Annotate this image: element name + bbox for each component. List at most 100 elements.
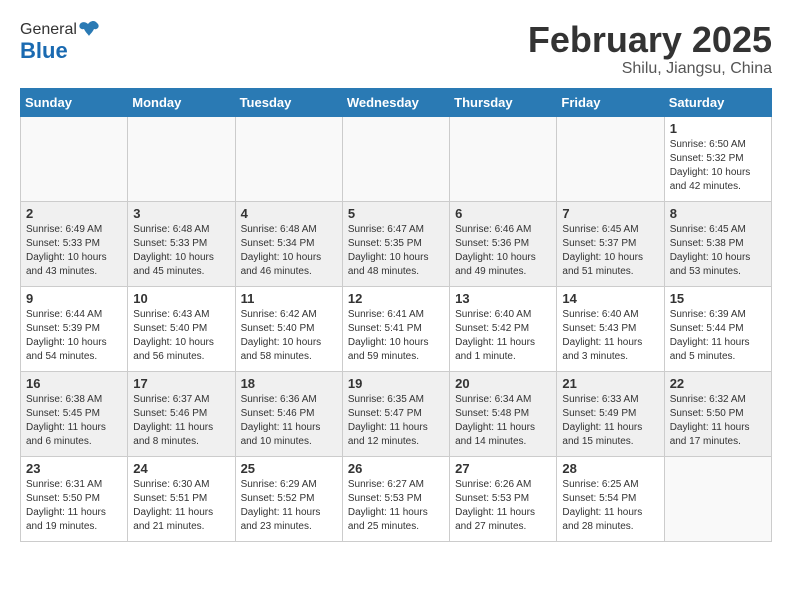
day-number: 9 [26,291,122,306]
day-number: 22 [670,376,766,391]
calendar-cell: 8 Sunrise: 6:45 AM Sunset: 5:38 PM Daylig… [664,201,771,286]
calendar-cell: 1 Sunrise: 6:50 AM Sunset: 5:32 PM Daylig… [664,116,771,201]
calendar-cell: 21 Sunrise: 6:33 AM Sunset: 5:49 PM Dayli… [557,371,664,456]
page-header: General Blue February 2025 Shilu, Jiangs… [20,20,772,78]
calendar-cell: 20Sunrise: 6:34 AM Sunset: 5:48 PM Dayli… [450,371,557,456]
calendar-cell: 25 Sunrise: 6:29 AM Sunset: 5:52 PM Dayli… [235,456,342,541]
day-number: 25 [241,461,337,476]
logo-general-text: General [20,21,77,39]
day-number: 12 [348,291,444,306]
location-subtitle: Shilu, Jiangsu, China [528,60,772,78]
day-info: Sunrise: 6:30 AM Sunset: 5:51 PM Dayligh… [133,478,229,534]
day-info: Sunrise: 6:39 AM Sunset: 5:44 PM Dayligh… [670,308,766,364]
calendar-cell: 6 Sunrise: 6:46 AM Sunset: 5:36 PM Daylig… [450,201,557,286]
weekday-header-row: SundayMondayTuesdayWednesdayThursdayFrid… [21,88,772,116]
calendar-cell: 11Sunrise: 6:42 AM Sunset: 5:40 PM Dayli… [235,286,342,371]
weekday-header-saturday: Saturday [664,88,771,116]
day-info: Sunrise: 6:27 AM Sunset: 5:53 PM Dayligh… [348,478,444,534]
calendar-cell [557,116,664,201]
day-number: 15 [670,291,766,306]
day-number: 5 [348,206,444,221]
day-info: Sunrise: 6:29 AM Sunset: 5:52 PM Dayligh… [241,478,337,534]
day-info: Sunrise: 6:49 AM Sunset: 5:33 PM Dayligh… [26,223,122,279]
calendar-cell: 14 Sunrise: 6:40 AM Sunset: 5:43 PM Dayli… [557,286,664,371]
day-number: 11 [241,291,337,306]
calendar-cell: 15 Sunrise: 6:39 AM Sunset: 5:44 PM Dayli… [664,286,771,371]
weekday-header-friday: Friday [557,88,664,116]
day-number: 24 [133,461,229,476]
title-block: February 2025 Shilu, Jiangsu, China [528,20,772,78]
day-info: Sunrise: 6:50 AM Sunset: 5:32 PM Dayligh… [670,138,766,194]
calendar-week-row-2: 2Sunrise: 6:49 AM Sunset: 5:33 PM Daylig… [21,201,772,286]
day-info: Sunrise: 6:45 AM Sunset: 5:38 PM Dayligh… [670,223,766,279]
calendar-cell [235,116,342,201]
calendar-cell: 23 Sunrise: 6:31 AM Sunset: 5:50 PM Dayli… [21,456,128,541]
day-info: Sunrise: 6:43 AM Sunset: 5:40 PM Dayligh… [133,308,229,364]
calendar-cell: 3 Sunrise: 6:48 AM Sunset: 5:33 PM Daylig… [128,201,235,286]
day-number: 14 [562,291,658,306]
day-number: 16 [26,376,122,391]
calendar-cell: 28Sunrise: 6:25 AM Sunset: 5:54 PM Dayli… [557,456,664,541]
day-info: Sunrise: 6:40 AM Sunset: 5:42 PM Dayligh… [455,308,551,364]
day-number: 23 [26,461,122,476]
calendar-week-row-1: 1 Sunrise: 6:50 AM Sunset: 5:32 PM Daylig… [21,116,772,201]
day-number: 7 [562,206,658,221]
logo: General Blue [20,20,100,64]
calendar-cell: 16 Sunrise: 6:38 AM Sunset: 5:45 PM Dayli… [21,371,128,456]
day-number: 13 [455,291,551,306]
day-number: 6 [455,206,551,221]
day-info: Sunrise: 6:38 AM Sunset: 5:45 PM Dayligh… [26,393,122,449]
day-info: Sunrise: 6:26 AM Sunset: 5:53 PM Dayligh… [455,478,551,534]
calendar-cell [450,116,557,201]
calendar-cell: 4 Sunrise: 6:48 AM Sunset: 5:34 PM Daylig… [235,201,342,286]
month-title: February 2025 [528,20,772,60]
day-info: Sunrise: 6:31 AM Sunset: 5:50 PM Dayligh… [26,478,122,534]
day-number: 21 [562,376,658,391]
day-info: Sunrise: 6:36 AM Sunset: 5:46 PM Dayligh… [241,393,337,449]
day-number: 8 [670,206,766,221]
calendar-cell: 12 Sunrise: 6:41 AM Sunset: 5:41 PM Dayli… [342,286,449,371]
day-number: 26 [348,461,444,476]
logo-blue-text: Blue [20,38,68,64]
day-number: 10 [133,291,229,306]
calendar-cell [128,116,235,201]
calendar-cell: 22 Sunrise: 6:32 AM Sunset: 5:50 PM Dayli… [664,371,771,456]
day-info: Sunrise: 6:44 AM Sunset: 5:39 PM Dayligh… [26,308,122,364]
calendar-week-row-3: 9 Sunrise: 6:44 AM Sunset: 5:39 PM Daylig… [21,286,772,371]
calendar-cell: 24 Sunrise: 6:30 AM Sunset: 5:51 PM Dayli… [128,456,235,541]
calendar-week-row-4: 16 Sunrise: 6:38 AM Sunset: 5:45 PM Dayli… [21,371,772,456]
calendar-cell: 18 Sunrise: 6:36 AM Sunset: 5:46 PM Dayli… [235,371,342,456]
day-number: 20 [455,376,551,391]
day-info: Sunrise: 6:47 AM Sunset: 5:35 PM Dayligh… [348,223,444,279]
day-info: Sunrise: 6:41 AM Sunset: 5:41 PM Dayligh… [348,308,444,364]
day-info: Sunrise: 6:48 AM Sunset: 5:33 PM Dayligh… [133,223,229,279]
day-number: 28 [562,461,658,476]
day-info: Sunrise: 6:40 AM Sunset: 5:43 PM Dayligh… [562,308,658,364]
day-info: Sunrise: 6:32 AM Sunset: 5:50 PM Dayligh… [670,393,766,449]
day-number: 18 [241,376,337,391]
day-info: Sunrise: 6:37 AM Sunset: 5:46 PM Dayligh… [133,393,229,449]
calendar-cell: 2Sunrise: 6:49 AM Sunset: 5:33 PM Daylig… [21,201,128,286]
day-info: Sunrise: 6:45 AM Sunset: 5:37 PM Dayligh… [562,223,658,279]
calendar-cell: 9 Sunrise: 6:44 AM Sunset: 5:39 PM Daylig… [21,286,128,371]
day-number: 17 [133,376,229,391]
day-number: 27 [455,461,551,476]
weekday-header-sunday: Sunday [21,88,128,116]
day-info: Sunrise: 6:46 AM Sunset: 5:36 PM Dayligh… [455,223,551,279]
calendar-cell: 7 Sunrise: 6:45 AM Sunset: 5:37 PM Daylig… [557,201,664,286]
day-number: 1 [670,121,766,136]
logo-bird-icon [78,20,100,40]
day-number: 4 [241,206,337,221]
day-number: 3 [133,206,229,221]
calendar-table: SundayMondayTuesdayWednesdayThursdayFrid… [20,88,772,542]
weekday-header-tuesday: Tuesday [235,88,342,116]
day-info: Sunrise: 6:33 AM Sunset: 5:49 PM Dayligh… [562,393,658,449]
day-number: 19 [348,376,444,391]
calendar-cell [664,456,771,541]
calendar-cell: 13 Sunrise: 6:40 AM Sunset: 5:42 PM Dayli… [450,286,557,371]
day-info: Sunrise: 6:35 AM Sunset: 5:47 PM Dayligh… [348,393,444,449]
day-info: Sunrise: 6:48 AM Sunset: 5:34 PM Dayligh… [241,223,337,279]
weekday-header-monday: Monday [128,88,235,116]
weekday-header-wednesday: Wednesday [342,88,449,116]
calendar-cell [21,116,128,201]
